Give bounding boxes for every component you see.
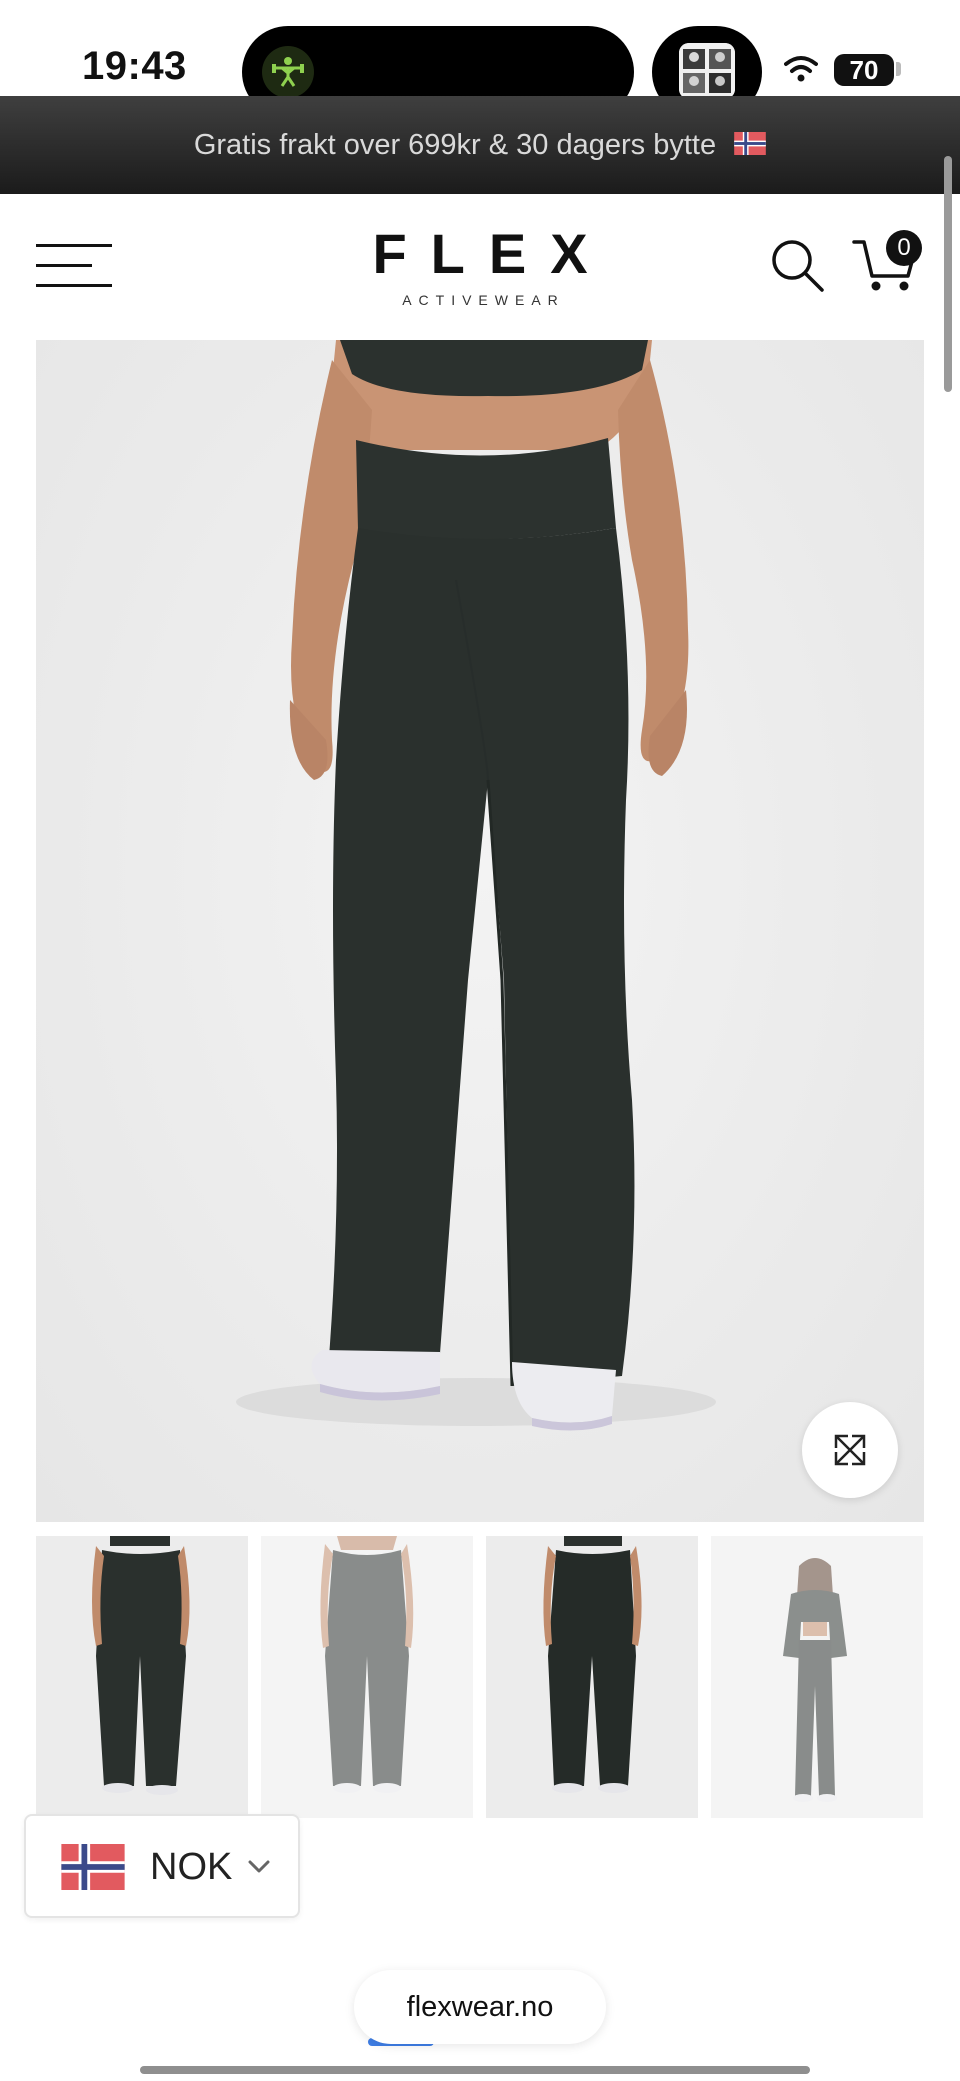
norway-flag-icon — [61, 1844, 125, 1890]
workout-activity-icon[interactable] — [262, 46, 314, 98]
zoom-button[interactable] — [802, 1402, 898, 1498]
battery-icon: 70 — [834, 54, 894, 86]
norway-flag-icon — [734, 131, 766, 155]
logo-sub: ACTIVEWEAR — [402, 292, 565, 308]
product-main-image[interactable] — [36, 340, 924, 1522]
url-bar[interactable]: flexwear.no — [354, 1970, 606, 2044]
now-playing-art[interactable] — [679, 43, 735, 99]
thumbnail-full-outfit[interactable] — [711, 1536, 923, 1818]
cart-count-badge[interactable]: 0 — [886, 230, 922, 266]
hamburger-menu-icon[interactable] — [36, 244, 112, 288]
currency-selector[interactable]: NOK — [24, 1814, 300, 1918]
battery-nub — [896, 62, 901, 76]
home-indicator[interactable] — [140, 2066, 810, 2074]
product-photo-wide-leg-pants — [236, 340, 716, 1431]
brand-logo[interactable]: FLEX ACTIVEWEAR — [330, 222, 630, 309]
currency-code: NOK — [150, 1846, 233, 1888]
status-time: 19:43 — [82, 44, 187, 88]
chevron-down-icon — [248, 1860, 270, 1873]
site-header: FLEX ACTIVEWEAR — [0, 194, 960, 340]
expand-icon — [834, 1434, 866, 1466]
thumbnail-front[interactable] — [36, 1536, 248, 1818]
announcement-bar: Gratis frakt over 699kr & 30 dagers bytt… — [0, 96, 960, 194]
thumbnail-front-dark[interactable] — [486, 1536, 698, 1818]
logo-main: FLEX — [372, 222, 612, 285]
announcement-text: Gratis frakt over 699kr & 30 dagers bytt… — [193, 129, 717, 161]
thumbnail-back[interactable] — [261, 1536, 473, 1818]
search-icon[interactable] — [770, 238, 826, 294]
wifi-icon — [784, 56, 818, 82]
